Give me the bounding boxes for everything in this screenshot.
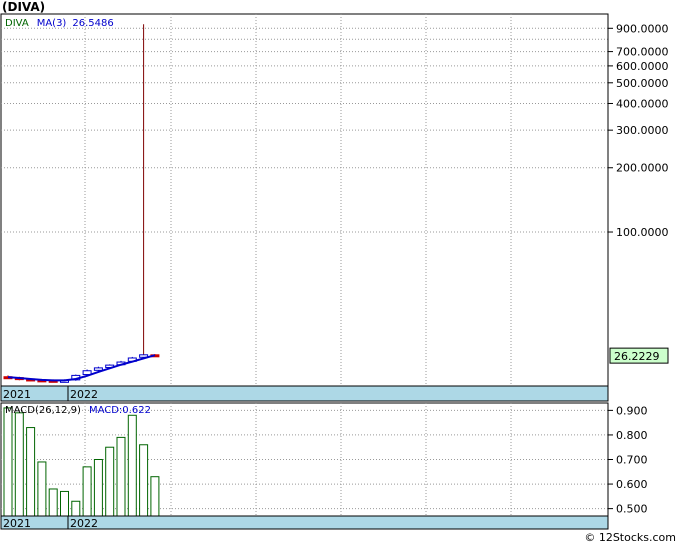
macd-bar xyxy=(116,436,126,517)
macd-bar xyxy=(150,476,160,517)
macd-bar xyxy=(139,444,149,517)
price-ytick-label: 900.0000 xyxy=(616,22,669,35)
legend-symbol: DIVA xyxy=(5,18,29,29)
chart-stage: (DIVA) 900.0000 700.0000 600.0000 500.0000 4… xyxy=(0,0,680,546)
macd-bar xyxy=(26,427,36,517)
macd-bar xyxy=(60,490,69,517)
macd-bar xyxy=(14,412,24,517)
price-ytick-label: 700.0000 xyxy=(616,46,669,59)
macd-bar xyxy=(3,407,13,517)
chart-svg: 900.0000 700.0000600.0000 500.0000 400.0000… xyxy=(0,13,669,530)
macd-bar xyxy=(48,488,58,517)
macd-bar xyxy=(82,466,92,517)
macd-bar xyxy=(71,500,81,517)
macd-bar xyxy=(37,461,47,517)
macd-bar xyxy=(93,459,103,517)
macd-legend-label: MACD(26,12,9) xyxy=(5,405,81,416)
price-panel-frame xyxy=(0,13,609,387)
macd-ytick-label: 0.600 xyxy=(616,478,648,491)
macd-legend-value: MACD:0.622 xyxy=(89,405,151,416)
price-ytick-label: 100.0000 xyxy=(616,226,669,239)
price-xtick-label: 2022 xyxy=(70,388,98,401)
price-legend: DIVA MA(3) 26.5486 xyxy=(5,18,114,29)
macd-xtick-label: 2022 xyxy=(70,517,98,530)
price-ytick-label: 200.0000 xyxy=(616,162,669,175)
macd-ytick-label: 0.700 xyxy=(616,454,648,467)
macd-bar xyxy=(127,414,137,517)
last-price-label: 26.2229 xyxy=(614,350,660,363)
price-ytick-label: 500.0000 xyxy=(616,77,669,90)
legend-ma-value: 26.5486 xyxy=(72,18,113,29)
site-credit: © 12Stocks.com xyxy=(584,531,676,544)
price-xtick-label: 2021 xyxy=(3,388,31,401)
legend-ma-label: MA(3) xyxy=(37,18,67,29)
page-title: (DIVA) xyxy=(2,0,46,14)
price-ytick-label: 300.0000 xyxy=(616,124,669,137)
price-ytick-label: 600.0000 xyxy=(616,60,669,73)
macd-xtick-label: 2021 xyxy=(3,517,31,530)
candle-body xyxy=(93,367,103,371)
macd-ytick-label: 0.500 xyxy=(616,503,648,516)
macd-legend: MACD(26,12,9) MACD:0.622 xyxy=(5,405,151,416)
macd-bar xyxy=(105,446,115,517)
macd-ytick-label: 0.900 xyxy=(616,404,648,417)
macd-ytick-label: 0.800 xyxy=(616,429,648,442)
price-ytick-label: 400.0000 xyxy=(616,97,669,110)
